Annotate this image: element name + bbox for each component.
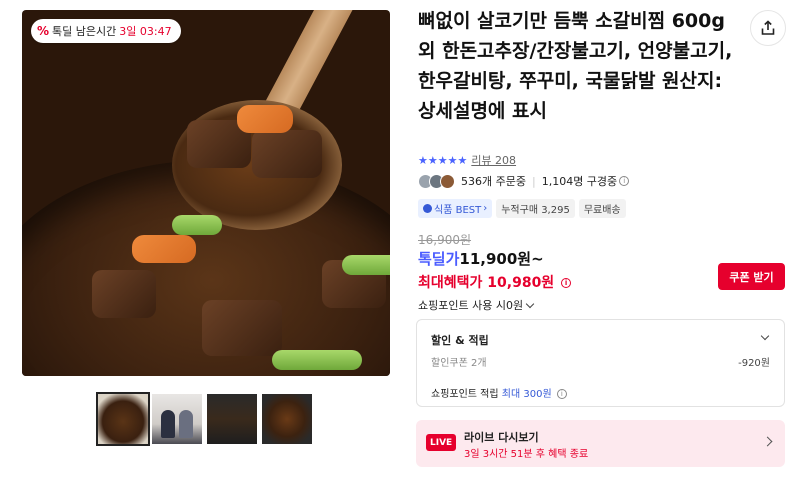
share-icon [761,20,775,35]
deal-timer-label: 톡딜 남은시간 [52,25,117,38]
meat-graphic [202,300,282,356]
carrot-graphic [132,235,196,263]
deal-price-value: 11,900원~ [459,250,544,268]
info-icon[interactable]: i [556,389,567,399]
activity-row: 536개 주문중 | 1,104명 구경중 i [418,173,630,189]
live-subtitle: 3일 3시간 51분 후 혜택 종료 [464,449,589,460]
live-replay-banner[interactable]: LIVE 라이브 다시보기 3일 3시간 51분 후 혜택 종료 [416,420,785,467]
info-icon[interactable]: i [561,278,572,288]
best-tag-label: 식품 BEST [434,205,482,216]
live-badge: LIVE [426,434,457,451]
points-accumulate-value: 최대 300원 [501,389,552,400]
share-button[interactable] [750,10,786,46]
live-title: 라이브 다시보기 [464,431,539,444]
best-icon [423,204,432,213]
info-icon[interactable]: i [619,176,630,186]
thumbnail-1[interactable] [96,392,150,446]
discount-coupon-label: 할인쿠폰 2개 [431,358,487,369]
free-shipping-tag: 무료배송 [578,199,626,218]
percent-icon: % [37,24,50,38]
viewer-count: 1,104명 구경중 [541,175,618,188]
buyer-avatars [418,173,455,189]
person-graphic [161,410,175,438]
discount-accumulate-box: 할인 & 적립 할인쿠폰 2개 -920원 쇼핑포인트 적립 최대 300원 i [416,319,785,407]
tag-row: 식품 BEST › 누적구매 3,295 무료배송 [418,199,626,218]
thumbnail-2[interactable] [152,394,202,444]
points-accumulate-row: 쇼핑포인트 적립 최대 300원 i [431,385,567,400]
leek-graphic [272,350,362,370]
cumulative-purchase-tag: 누적구매 3,295 [496,199,575,218]
discount-header: 할인 & 적립 [431,334,489,347]
rating-row: ★★★★★ 리뷰 208 [418,152,516,168]
max-price-value: 10,980원 [487,275,555,291]
max-benefit-price-row: 최대혜택가 10,980원 i [418,272,572,292]
discount-coupon-value: -920원 [738,358,770,369]
product-title: 뼈없이 살코기만 듬뿍 소갈비찜 600g 외 한돈고추장/간장불고기, 언양불… [418,10,733,122]
meat-graphic [252,130,322,178]
chevron-down-icon[interactable] [760,331,770,341]
get-coupon-button[interactable]: 쿠폰 받기 [718,263,785,290]
deal-price-label: 톡딜가 [418,250,460,268]
points-accumulate-label: 쇼핑포인트 적립 [431,389,499,400]
leek-graphic [342,255,390,275]
review-link[interactable]: 리뷰 208 [471,152,516,168]
product-main-image[interactable] [22,10,390,376]
carrot-graphic [237,105,293,133]
points-use-label: 쇼핑포인트 사용 시0원 [418,299,524,312]
meat-graphic [92,270,156,318]
person-graphic [179,410,193,438]
deal-timer-value: 3일 03:47 [119,25,172,38]
order-count: 536개 주문중 [461,175,526,188]
thumbnail-4[interactable] [262,394,312,444]
divider: | [531,174,536,188]
chevron-down-icon [525,299,535,309]
star-rating: ★★★★★ [418,153,468,167]
leek-graphic [172,215,222,235]
chevron-right-icon: › [483,203,488,214]
max-price-label: 최대혜택가 [418,275,483,291]
deal-price-row: 톡딜가11,900원~ [418,248,544,269]
chevron-right-icon [762,436,773,447]
best-tag[interactable]: 식품 BEST › [418,199,493,218]
thumbnail-3[interactable] [207,394,257,444]
deal-timer-badge: % 톡딜 남은시간 3일 03:47 [31,19,181,43]
points-use-toggle[interactable]: 쇼핑포인트 사용 시0원 [418,297,535,313]
original-price: 16,900원 [418,233,472,247]
